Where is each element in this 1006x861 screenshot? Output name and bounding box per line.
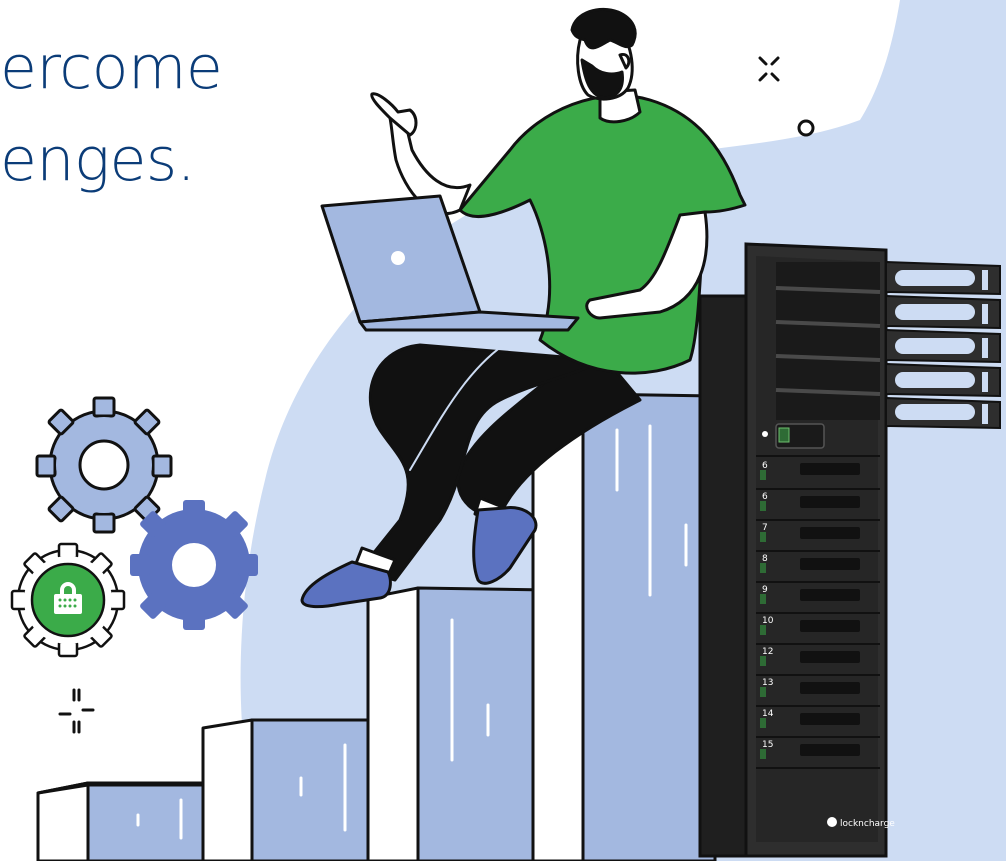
hero-illustration: 6 6 7 8 9 10 12 13 14 15 lockncharge <box>10 0 1006 861</box>
gear-icon-light <box>35 396 173 534</box>
brand-logo-icon <box>827 817 837 827</box>
gear-lock-icon <box>10 542 126 658</box>
sparkle-icon <box>758 56 780 82</box>
slot-number: 8 <box>762 554 768 564</box>
brand-label: lockncharge <box>840 819 895 829</box>
slot-number: 15 <box>762 740 773 750</box>
slot-number: 14 <box>762 709 774 719</box>
slot-number: 12 <box>762 647 773 657</box>
gear-icon-dark <box>130 500 258 630</box>
slot-number: 9 <box>762 585 768 595</box>
locker-trays <box>885 260 1001 430</box>
slot-number: 7 <box>762 523 768 533</box>
illustration-stage: ercome enges. 6 6 7 8 9 10 12 13 14 15 l… <box>0 0 1006 861</box>
slot-number: 13 <box>762 678 773 688</box>
status-led <box>762 431 768 437</box>
small-ring-icon <box>797 119 815 137</box>
slot-number: 10 <box>762 616 774 626</box>
cross-sparkle-icon <box>58 688 95 734</box>
slot-number: 6 <box>762 461 768 471</box>
slot-number: 6 <box>762 492 768 502</box>
